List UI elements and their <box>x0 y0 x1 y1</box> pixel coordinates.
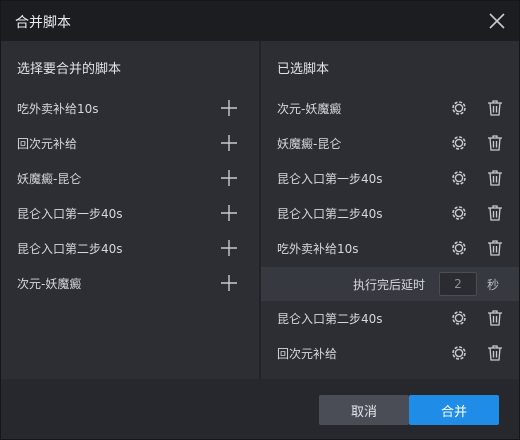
dialog-title: 合并脚本 <box>15 15 71 31</box>
gear-icon[interactable] <box>449 203 469 223</box>
selected-script-row: 次元-妖魔癜 <box>261 91 519 125</box>
available-scripts-panel: 选择要合并的脚本 吃外卖补给10s 回次元补给 妖魔癜-昆仑 昆仑入口第一步40… <box>1 41 259 379</box>
gear-icon[interactable] <box>449 238 469 258</box>
merge-scripts-dialog: 合并脚本 选择要合并的脚本 吃外卖补给10s 回次元补给 妖魔癜-昆仑 昆仑入口… <box>0 0 520 440</box>
selected-script-label: 昆仑入口第二步40s <box>277 312 383 326</box>
selected-scripts-header: 已选脚本 <box>277 62 330 77</box>
available-script-row: 昆仑入口第一步40s <box>1 196 259 230</box>
trash-icon[interactable] <box>485 343 505 363</box>
plus-icon[interactable] <box>219 273 239 293</box>
available-script-label: 吃外卖补给10s <box>17 102 99 116</box>
gear-icon[interactable] <box>449 133 469 153</box>
selected-script-row: 妖魔癜-昆仑 <box>261 126 519 160</box>
trash-icon[interactable] <box>485 133 505 153</box>
close-icon[interactable] <box>487 11 507 31</box>
selected-script-row: 昆仑入口第二步40s <box>261 301 519 335</box>
delay-label: 执行完后延时 <box>353 278 426 292</box>
available-scripts-header: 选择要合并的脚本 <box>17 62 122 77</box>
selected-script-label: 吃外卖补给10s <box>277 242 359 256</box>
plus-icon[interactable] <box>219 98 239 118</box>
plus-icon[interactable] <box>219 203 239 223</box>
gear-icon[interactable] <box>449 98 469 118</box>
selected-script-label: 回次元补给 <box>277 347 338 361</box>
selected-script-row: 昆仑入口第一步40s <box>261 161 519 195</box>
title-bar: 合并脚本 <box>1 1 519 41</box>
gear-icon[interactable] <box>449 343 469 363</box>
gear-icon[interactable] <box>449 308 469 328</box>
plus-icon[interactable] <box>219 168 239 188</box>
available-script-row: 回次元补给 <box>1 126 259 160</box>
plus-icon[interactable] <box>219 133 239 153</box>
available-script-label: 昆仑入口第一步40s <box>17 207 123 221</box>
plus-icon[interactable] <box>219 238 239 258</box>
delay-setting-row: 执行完后延时 秒 <box>261 267 519 301</box>
delay-unit: 秒 <box>487 278 500 292</box>
selected-script-label: 妖魔癜-昆仑 <box>277 137 342 151</box>
merge-button[interactable]: 合并 <box>409 395 499 425</box>
selected-script-label: 次元-妖魔癜 <box>277 102 342 116</box>
trash-icon[interactable] <box>485 98 505 118</box>
selected-script-row: 回次元补给 <box>261 336 519 370</box>
dialog-footer: 取消 合并 <box>1 379 519 439</box>
dialog-content: 选择要合并的脚本 吃外卖补给10s 回次元补给 妖魔癜-昆仑 昆仑入口第一步40… <box>1 41 519 379</box>
selected-script-row: 昆仑入口第二步40s <box>261 196 519 230</box>
available-script-row: 妖魔癜-昆仑 <box>1 161 259 195</box>
available-script-label: 昆仑入口第二步40s <box>17 242 123 256</box>
selected-scripts-panel: 已选脚本 次元-妖魔癜 妖魔癜-昆仑 昆仑入口第一步40s 昆仑入口第二步40s <box>261 41 519 379</box>
available-script-row: 次元-妖魔癜 <box>1 266 259 300</box>
delay-seconds-input[interactable] <box>439 272 477 296</box>
trash-icon[interactable] <box>485 308 505 328</box>
available-script-row: 吃外卖补给10s <box>1 91 259 125</box>
gear-icon[interactable] <box>449 168 469 188</box>
trash-icon[interactable] <box>485 168 505 188</box>
available-script-label: 次元-妖魔癜 <box>17 277 82 291</box>
available-script-row: 昆仑入口第二步40s <box>1 231 259 265</box>
available-script-label: 回次元补给 <box>17 137 78 151</box>
selected-script-row: 吃外卖补给10s <box>261 231 519 265</box>
trash-icon[interactable] <box>485 203 505 223</box>
selected-script-label: 昆仑入口第一步40s <box>277 172 383 186</box>
trash-icon[interactable] <box>485 238 505 258</box>
selected-script-label: 昆仑入口第二步40s <box>277 207 383 221</box>
cancel-button[interactable]: 取消 <box>319 395 409 425</box>
available-script-label: 妖魔癜-昆仑 <box>17 172 82 186</box>
